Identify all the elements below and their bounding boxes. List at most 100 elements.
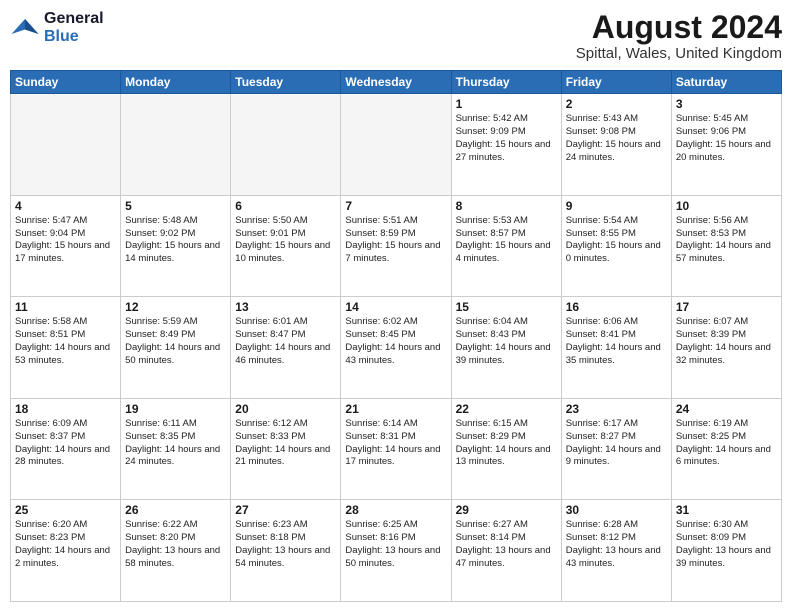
day-cell: 13 Sunrise: 6:01 AM Sunset: 8:47 PM Dayli… (231, 297, 341, 399)
day-number: 27 (235, 503, 336, 517)
day-cell: 7Sunrise: 5:51 AM Sunset: 8:59 PM Daylig… (341, 195, 451, 297)
day-cell: 31 Sunrise: 6:30 AM Sunset: 8:09 PM Dayli… (671, 500, 781, 602)
day-info: Sunrise: 6:25 AM Sunset: 8:16 PM Dayligh… (345, 519, 446, 570)
day-info: Sunrise: 6:28 AM Sunset: 8:12 PM Dayligh… (566, 519, 667, 570)
day-number: 12 (125, 300, 226, 314)
logo-icon (10, 13, 40, 43)
day-cell: 18 Sunrise: 6:09 AM Sunset: 8:37 PM Dayli… (11, 398, 121, 500)
week-row-2: 4 Sunrise: 5:47 AM Sunset: 9:04 PM Daylig… (11, 195, 782, 297)
day-info: Sunrise: 6:14 AM Sunset: 8:31 PM Dayligh… (345, 418, 446, 469)
day-cell: 23Sunrise: 6:17 AM Sunset: 8:27 PM Dayli… (561, 398, 671, 500)
day-info: Sunrise: 6:09 AM Sunset: 8:37 PM Dayligh… (15, 418, 116, 469)
day-info: Sunrise: 6:12 AM Sunset: 8:33 PM Dayligh… (235, 418, 336, 469)
day-cell: 17 Sunrise: 6:07 AM Sunset: 8:39 PM Dayli… (671, 297, 781, 399)
day-info: Sunrise: 5:48 AM Sunset: 9:02 PM Dayligh… (125, 215, 226, 266)
day-cell: 21 Sunrise: 6:14 AM Sunset: 8:31 PM Dayli… (341, 398, 451, 500)
day-number: 2 (566, 97, 667, 111)
day-cell: 4 Sunrise: 5:47 AM Sunset: 9:04 PM Daylig… (11, 195, 121, 297)
day-number: 14 (345, 300, 446, 314)
day-number: 15 (456, 300, 557, 314)
day-info: Sunrise: 5:50 AM Sunset: 9:01 PM Dayligh… (235, 215, 336, 266)
day-number: 18 (15, 402, 116, 416)
title-block: August 2024 Spittal, Wales, United Kingd… (576, 10, 782, 62)
day-cell: 5 Sunrise: 5:48 AM Sunset: 9:02 PM Daylig… (121, 195, 231, 297)
day-cell: 27 Sunrise: 6:23 AM Sunset: 8:18 PM Dayli… (231, 500, 341, 602)
day-number: 31 (676, 503, 777, 517)
day-number: 8 (456, 199, 557, 213)
day-cell: 29 Sunrise: 6:27 AM Sunset: 8:14 PM Dayli… (451, 500, 561, 602)
col-sunday: Sunday (11, 71, 121, 94)
day-number: 20 (235, 402, 336, 416)
day-info: Sunrise: 5:54 AM Sunset: 8:55 PM Dayligh… (566, 215, 667, 266)
day-number: 7 (345, 199, 446, 213)
day-cell (11, 94, 121, 196)
day-cell: 19 Sunrise: 6:11 AM Sunset: 8:35 PM Dayli… (121, 398, 231, 500)
day-number: 10 (676, 199, 777, 213)
day-info: Sunrise: 6:07 AM Sunset: 8:39 PM Dayligh… (676, 316, 777, 367)
day-number: 4 (15, 199, 116, 213)
day-number: 17 (676, 300, 777, 314)
day-number: 3 (676, 97, 777, 111)
day-cell (231, 94, 341, 196)
day-info: Sunrise: 5:47 AM Sunset: 9:04 PM Dayligh… (15, 215, 116, 266)
day-cell: 22Sunrise: 6:15 AM Sunset: 8:29 PM Dayli… (451, 398, 561, 500)
day-cell: 28 Sunrise: 6:25 AM Sunset: 8:16 PM Dayli… (341, 500, 451, 602)
day-cell: 6Sunrise: 5:50 AM Sunset: 9:01 PM Daylig… (231, 195, 341, 297)
calendar-header-row: Sunday Monday Tuesday Wednesday Thursday… (11, 71, 782, 94)
day-info: Sunrise: 6:20 AM Sunset: 8:23 PM Dayligh… (15, 519, 116, 570)
month-year-title: August 2024 (576, 10, 782, 45)
day-info: Sunrise: 6:02 AM Sunset: 8:45 PM Dayligh… (345, 316, 446, 367)
logo: General Blue (10, 10, 104, 45)
day-cell: 30 Sunrise: 6:28 AM Sunset: 8:12 PM Dayli… (561, 500, 671, 602)
day-cell: 25Sunrise: 6:20 AM Sunset: 8:23 PM Dayli… (11, 500, 121, 602)
day-number: 9 (566, 199, 667, 213)
day-number: 5 (125, 199, 226, 213)
day-cell: 16Sunrise: 6:06 AM Sunset: 8:41 PM Dayli… (561, 297, 671, 399)
day-info: Sunrise: 5:59 AM Sunset: 8:49 PM Dayligh… (125, 316, 226, 367)
location-subtitle: Spittal, Wales, United Kingdom (576, 45, 782, 62)
day-number: 26 (125, 503, 226, 517)
day-cell: 11Sunrise: 5:58 AM Sunset: 8:51 PM Dayli… (11, 297, 121, 399)
day-info: Sunrise: 6:15 AM Sunset: 8:29 PM Dayligh… (456, 418, 557, 469)
day-cell: 3Sunrise: 5:45 AM Sunset: 9:06 PM Daylig… (671, 94, 781, 196)
day-info: Sunrise: 5:56 AM Sunset: 8:53 PM Dayligh… (676, 215, 777, 266)
week-row-5: 25Sunrise: 6:20 AM Sunset: 8:23 PM Dayli… (11, 500, 782, 602)
day-cell: 15 Sunrise: 6:04 AM Sunset: 8:43 PM Dayli… (451, 297, 561, 399)
day-number: 19 (125, 402, 226, 416)
day-number: 11 (15, 300, 116, 314)
day-number: 29 (456, 503, 557, 517)
week-row-4: 18 Sunrise: 6:09 AM Sunset: 8:37 PM Dayli… (11, 398, 782, 500)
day-info: Sunrise: 5:53 AM Sunset: 8:57 PM Dayligh… (456, 215, 557, 266)
logo-text: General Blue (44, 10, 104, 45)
day-number: 24 (676, 402, 777, 416)
calendar-table: Sunday Monday Tuesday Wednesday Thursday… (10, 70, 782, 602)
day-info: Sunrise: 5:43 AM Sunset: 9:08 PM Dayligh… (566, 113, 667, 164)
day-number: 13 (235, 300, 336, 314)
col-thursday: Thursday (451, 71, 561, 94)
day-number: 28 (345, 503, 446, 517)
day-info: Sunrise: 5:42 AM Sunset: 9:09 PM Dayligh… (456, 113, 557, 164)
day-cell: 10 Sunrise: 5:56 AM Sunset: 8:53 PM Dayli… (671, 195, 781, 297)
day-info: Sunrise: 6:23 AM Sunset: 8:18 PM Dayligh… (235, 519, 336, 570)
day-number: 21 (345, 402, 446, 416)
day-cell: 12 Sunrise: 5:59 AM Sunset: 8:49 PM Dayli… (121, 297, 231, 399)
day-cell (121, 94, 231, 196)
header: General Blue August 2024 Spittal, Wales,… (10, 10, 782, 62)
day-info: Sunrise: 6:11 AM Sunset: 8:35 PM Dayligh… (125, 418, 226, 469)
day-cell: 8 Sunrise: 5:53 AM Sunset: 8:57 PM Daylig… (451, 195, 561, 297)
day-info: Sunrise: 6:04 AM Sunset: 8:43 PM Dayligh… (456, 316, 557, 367)
day-cell (341, 94, 451, 196)
col-saturday: Saturday (671, 71, 781, 94)
col-friday: Friday (561, 71, 671, 94)
day-number: 23 (566, 402, 667, 416)
day-info: Sunrise: 6:30 AM Sunset: 8:09 PM Dayligh… (676, 519, 777, 570)
day-number: 1 (456, 97, 557, 111)
day-info: Sunrise: 6:06 AM Sunset: 8:41 PM Dayligh… (566, 316, 667, 367)
day-info: Sunrise: 6:01 AM Sunset: 8:47 PM Dayligh… (235, 316, 336, 367)
day-cell: 9 Sunrise: 5:54 AM Sunset: 8:55 PM Daylig… (561, 195, 671, 297)
day-number: 30 (566, 503, 667, 517)
day-cell: 14 Sunrise: 6:02 AM Sunset: 8:45 PM Dayli… (341, 297, 451, 399)
day-cell: 2 Sunrise: 5:43 AM Sunset: 9:08 PM Daylig… (561, 94, 671, 196)
day-info: Sunrise: 6:19 AM Sunset: 8:25 PM Dayligh… (676, 418, 777, 469)
day-info: Sunrise: 6:27 AM Sunset: 8:14 PM Dayligh… (456, 519, 557, 570)
